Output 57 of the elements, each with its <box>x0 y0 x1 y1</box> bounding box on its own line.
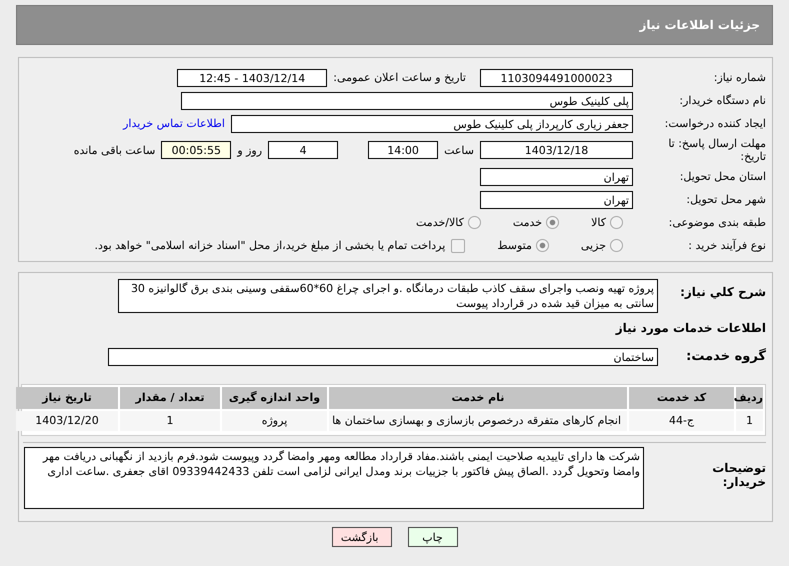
field-label: شماره نیاز: <box>712 71 766 84</box>
province-field: تهران <box>480 168 633 186</box>
column-header: نام خدمت <box>329 387 627 409</box>
announce-date-field: 1403/12/14 - 12:45 <box>177 68 328 86</box>
remaining-label: ساعت باقی مانده <box>72 144 156 156</box>
field-label: شهر محل تحویل: <box>685 193 766 206</box>
table-cell: 1 <box>120 411 220 431</box>
city-field: تهران <box>480 190 633 208</box>
radio-button[interactable] <box>468 216 481 229</box>
radio-label: خدمت <box>512 216 542 229</box>
description-field: پروژه تهیه ونصب واجرای سقف کاذب طبقات درمانگاه .و اجرای چراغ 60*60سقفی وسینی بندی برق گالوانیزه 30 سانتی به میزان قید شده در قرارداد پیوست <box>118 279 658 313</box>
buyer-notes-field: شرکت ها دارای تاییدیه صلاحیت ایمنی باشند.مفاد قرارداد مطالعه ومهر وامضا گردد وپیوست شود.فرم بازدید از نگهبانی دریافت مهر وامضا وتحویل گردد .الصاق پیش فاکتور با جزییات برند ومدل ایرانی لزامی است تلفن 09339442433 اقای جعفری .ساعت اداری <box>24 447 644 509</box>
days-field: 4 <box>268 141 338 159</box>
radio-label: کالا/خدمت <box>416 216 464 229</box>
page-header: جزئیات اطلاعات نیاز <box>16 5 773 45</box>
back-button[interactable]: بازگشت <box>332 527 392 547</box>
checkbox[interactable] <box>451 238 466 252</box>
table-cell: پروژه <box>222 411 327 431</box>
field-label: مهلت ارسال پاسخ: تا تاریخ: <box>667 137 766 163</box>
field-label: تاریخ و ساعت اعلان عمومی: <box>332 71 467 84</box>
checkbox-label: پرداخت تمام یا بخشی از مبلغ خرید،از محل "اسناد خزانه اسلامی" خواهد بود. <box>94 239 446 252</box>
field-label: گروه خدمت: <box>685 349 766 364</box>
table-cell: 1 <box>736 411 763 431</box>
field-label: توضیحات خریدار: <box>711 460 766 489</box>
column-header: تعداد / مقدار <box>120 387 220 409</box>
buyer-org-field: پلی کلینیک طوس <box>181 92 633 110</box>
radio-button[interactable] <box>610 239 623 252</box>
column-header: واحد اندازه گیری <box>222 387 327 409</box>
field-label: استان محل تحویل: <box>678 170 766 183</box>
radio-button[interactable] <box>536 239 549 252</box>
radio-button[interactable] <box>546 216 560 229</box>
section-title: اطلاعات خدمات مورد نیاز <box>614 321 766 335</box>
table-cell: انجام کارهای متفرقه درخصوص بازسازی و بهسازی ساختمان ها <box>329 411 627 431</box>
buyer-contact-link[interactable]: اطلاعات تماس خریدار <box>123 117 225 130</box>
deadline-date-field: 1403/12/18 <box>480 141 633 159</box>
need-number-field: 1103094491000023 <box>480 68 633 86</box>
days-label: روز و <box>236 144 264 156</box>
service-group-field: ساختمان <box>108 348 658 366</box>
deadline-time-field: 14:00 <box>368 141 438 159</box>
time-label: ساعت <box>443 144 475 156</box>
field-label: نوع فرآیند خرید : <box>687 239 766 252</box>
radio-label: کالا <box>591 216 606 229</box>
column-header: کد خدمت <box>629 387 734 409</box>
field-label: شرح کلي نیاز: <box>679 284 766 299</box>
radio-button[interactable] <box>610 216 623 229</box>
field-label: نام دستگاه خریدار: <box>678 94 766 107</box>
radio-label: جزیی <box>580 239 606 252</box>
column-header: تاریخ نیاز <box>16 387 118 409</box>
remaining-time-field: 00:05:55 <box>161 141 232 159</box>
column-header: ردیف <box>736 387 763 409</box>
requester-field: جعفر زیاری کارپرداز پلی کلینیک طوس <box>231 114 633 132</box>
print-button[interactable]: چاپ <box>408 527 458 547</box>
table-cell: 1403/12/20 <box>16 411 118 431</box>
table-cell: ج-44 <box>629 411 734 431</box>
radio-label: متوسط <box>497 239 532 252</box>
field-label: ایجاد کننده درخواست: <box>664 117 766 130</box>
field-label: طبقه بندی موضوعی: <box>668 216 766 229</box>
